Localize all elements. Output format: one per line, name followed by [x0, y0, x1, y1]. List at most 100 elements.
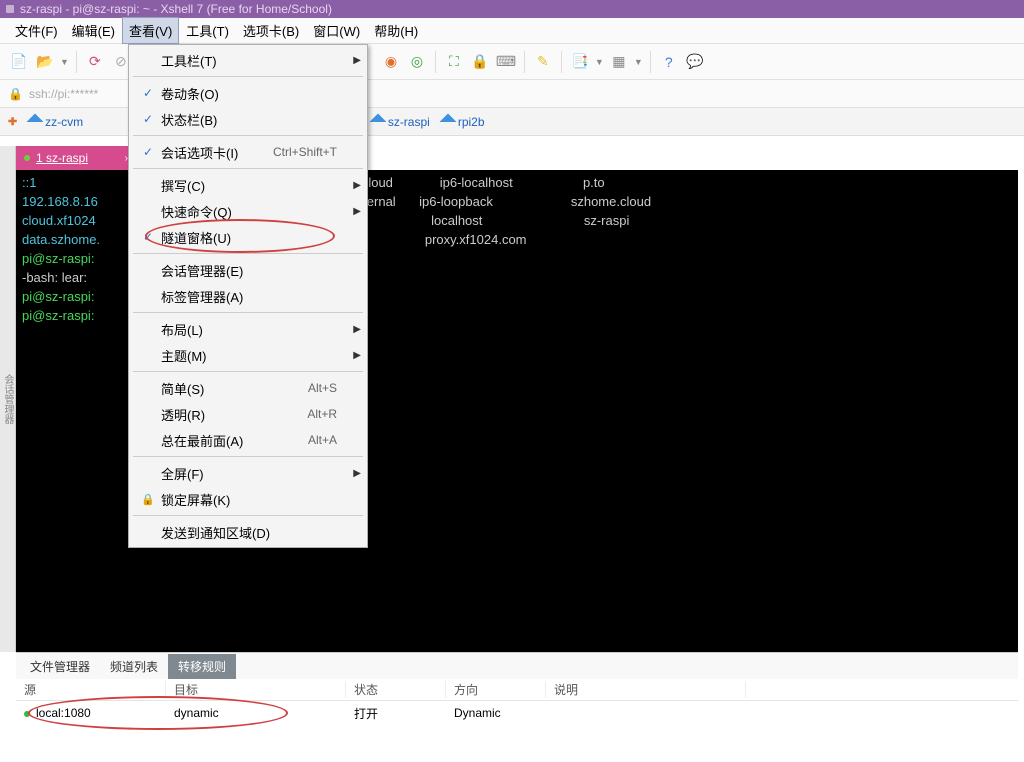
menu-item[interactable]: 撰写(C) ▶ [131, 172, 365, 198]
table-row[interactable]: local:1080 dynamic 打开 Dynamic [16, 701, 1018, 725]
dropdown-arrow-icon[interactable]: ▼ [595, 57, 604, 67]
bottom-panel: 文件管理器 频道列表 转移规则 源 目标 状态 方向 说明 local:1080… [16, 652, 1018, 762]
menu-file[interactable]: 文件(F) [8, 17, 65, 44]
menu-item[interactable]: ✓状态栏(B) [131, 106, 365, 132]
menu-item-label: 快速命令(Q) [161, 202, 337, 221]
keyboard-icon[interactable]: ⌨ [495, 51, 517, 73]
menu-item-label: 全屏(F) [161, 464, 337, 483]
menu-item-label: 撰写(C) [161, 176, 337, 195]
menu-item[interactable]: 全屏(F) ▶ [131, 460, 365, 486]
menu-item[interactable]: 简单(S)Alt+S [131, 375, 365, 401]
menu-item[interactable]: ✓隧道窗格(U) [131, 224, 365, 250]
submenu-arrow-icon: ▶ [347, 350, 361, 361]
menu-item[interactable]: 🔒锁定屏幕(K) [131, 486, 365, 512]
menu-separator [133, 135, 363, 136]
session-tab-zzcvm[interactable]: zz-cvm [29, 115, 83, 129]
tab-forward-rules[interactable]: 转移规则 [168, 654, 236, 679]
cell-target: dynamic [166, 706, 346, 720]
menu-item-label: 卷动条(O) [161, 84, 337, 103]
fullscreen-icon[interactable]: ⛶ [443, 51, 465, 73]
submenu-arrow-icon: ▶ [347, 180, 361, 191]
arrow-icon [27, 113, 44, 130]
menu-item[interactable]: 发送到通知区域(D) [131, 519, 365, 545]
menu-item[interactable]: 工具栏(T) ▶ [131, 47, 365, 73]
menu-separator [133, 253, 363, 254]
tab-channel-list[interactable]: 频道列表 [100, 654, 168, 679]
menu-item-label: 透明(R) [161, 405, 307, 424]
col-source[interactable]: 源 [16, 681, 166, 698]
menu-window[interactable]: 窗口(W) [306, 17, 367, 44]
open-icon[interactable]: 📂 [34, 51, 56, 73]
arrow-icon [369, 113, 386, 130]
menu-item-label: 发送到通知区域(D) [161, 523, 337, 542]
cell-status: 打开 [346, 705, 446, 722]
menu-item-label: 隧道窗格(U) [161, 228, 337, 247]
cell-direction: Dynamic [446, 706, 546, 720]
menu-tabs[interactable]: 选项卡(B) [236, 17, 306, 44]
menu-item-label: 工具栏(T) [161, 51, 337, 70]
highlight-icon[interactable]: ✎ [532, 51, 554, 73]
menu-item-label: 会话选项卡(I) [161, 143, 273, 162]
session-manager-tab[interactable]: 会话管理器 [0, 370, 15, 428]
dropdown-arrow-icon[interactable]: ▼ [60, 57, 69, 67]
menu-item[interactable]: 布局(L) ▶ [131, 316, 365, 342]
help-icon[interactable]: ? [658, 51, 680, 73]
menu-item[interactable]: 标签管理器(A) [131, 283, 365, 309]
menu-item-label: 状态栏(B) [161, 110, 337, 129]
menu-item-shortcut: Alt+A [308, 433, 347, 447]
menu-item[interactable]: 会话管理器(E) [131, 257, 365, 283]
menu-help[interactable]: 帮助(H) [367, 17, 425, 44]
add-tab-icon[interactable]: 🞦 [8, 114, 17, 129]
menu-tools[interactable]: 工具(T) [179, 17, 236, 44]
session-tab-szraspi[interactable]: sz-raspi [372, 115, 430, 129]
col-target[interactable]: 目标 [166, 681, 346, 698]
chat-icon[interactable]: 💬 [684, 51, 706, 73]
menu-view[interactable]: 查看(V) [122, 17, 179, 44]
submenu-arrow-icon: ▶ [347, 324, 361, 335]
menu-item-label: 标签管理器(A) [161, 287, 337, 306]
menu-item[interactable]: ✓会话选项卡(I)Ctrl+Shift+T [131, 139, 365, 165]
session-tab-rpi2b[interactable]: rpi2b [442, 115, 485, 129]
menu-item-label: 主题(M) [161, 346, 337, 365]
menu-item[interactable]: ✓卷动条(O) [131, 80, 365, 106]
lock-icon[interactable]: 🔒 [469, 51, 491, 73]
menu-item[interactable]: 快速命令(Q)▶ [131, 198, 365, 224]
firefox-icon[interactable]: ◉ [380, 51, 402, 73]
menu-item-label: 布局(L) [161, 320, 337, 339]
menu-edit[interactable]: 编辑(E) [65, 17, 122, 44]
col-status[interactable]: 状态 [346, 681, 446, 698]
check-icon: ✓ [135, 230, 161, 244]
font-icon[interactable]: 📑 [569, 51, 591, 73]
address-text: ssh://pi:****** [29, 87, 98, 101]
forward-rules-table: 源 目标 状态 方向 说明 local:1080 dynamic 打开 Dyna… [16, 679, 1018, 762]
menu-separator [133, 515, 363, 516]
browser-icon[interactable]: ◎ [406, 51, 428, 73]
menu-separator [133, 371, 363, 372]
table-header: 源 目标 状态 方向 说明 [16, 679, 1018, 701]
check-icon: 🔒 [135, 493, 161, 506]
submenu-arrow-icon: ▶ [347, 468, 361, 479]
arrow-icon [439, 113, 456, 130]
view-menu-dropdown: 工具栏(T)▶✓卷动条(O)✓状态栏(B)✓会话选项卡(I)Ctrl+Shift… [128, 44, 368, 548]
new-icon[interactable]: 📄 [8, 51, 30, 73]
dropdown-arrow-icon[interactable]: ▼ [634, 57, 643, 67]
terminal-tab-active[interactable]: 1 sz-raspi › [16, 146, 136, 170]
bottom-panel-tabs: 文件管理器 频道列表 转移规则 [16, 653, 1018, 679]
left-sidebar-strip[interactable]: 会话管理器 [0, 146, 16, 652]
app-icon [6, 5, 14, 13]
menu-item-shortcut: Alt+S [308, 381, 347, 395]
col-desc[interactable]: 说明 [546, 681, 746, 698]
layout-icon[interactable]: ▦ [608, 51, 630, 73]
reconnect-icon[interactable]: ⟳ [84, 51, 106, 73]
tab-file-manager[interactable]: 文件管理器 [20, 654, 100, 679]
menu-item[interactable]: 总在最前面(A)Alt+A [131, 427, 365, 453]
check-icon: ✓ [135, 86, 161, 100]
menu-item[interactable]: 主题(M) ▶ [131, 342, 365, 368]
menu-separator [133, 76, 363, 77]
submenu-arrow-icon: ▶ [347, 55, 361, 66]
menu-item[interactable]: 透明(R)Alt+R [131, 401, 365, 427]
col-direction[interactable]: 方向 [446, 681, 546, 698]
lock-small-icon: 🔒 [8, 87, 23, 101]
menu-item-shortcut: Ctrl+Shift+T [273, 145, 347, 159]
menu-separator [133, 168, 363, 169]
